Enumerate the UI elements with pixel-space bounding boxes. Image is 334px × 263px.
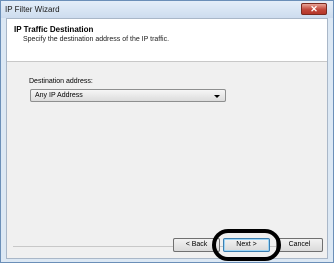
title-bar: IP Filter Wizard ✕ <box>1 1 333 18</box>
page-title: IP Traffic Destination <box>14 25 94 34</box>
wizard-header: IP Traffic Destination Specify the desti… <box>7 19 327 62</box>
next-button-highlight-ring <box>212 229 281 261</box>
dropdown-selected-value: Any IP Address <box>35 92 83 99</box>
page-subtitle: Specify the destination address of the I… <box>23 36 170 43</box>
wizard-window: IP Filter Wizard ✕ IP Traffic Destinatio… <box>0 0 334 263</box>
destination-address-dropdown[interactable]: Any IP Address <box>30 89 226 102</box>
chevron-down-icon <box>214 95 220 98</box>
window-title: IP Filter Wizard <box>5 5 60 14</box>
cancel-button[interactable]: Cancel <box>276 238 323 252</box>
wizard-client-area: IP Traffic Destination Specify the desti… <box>6 18 328 259</box>
close-icon: ✕ <box>310 4 318 14</box>
destination-address-label: Destination address: <box>29 78 93 85</box>
close-button[interactable]: ✕ <box>301 3 327 15</box>
